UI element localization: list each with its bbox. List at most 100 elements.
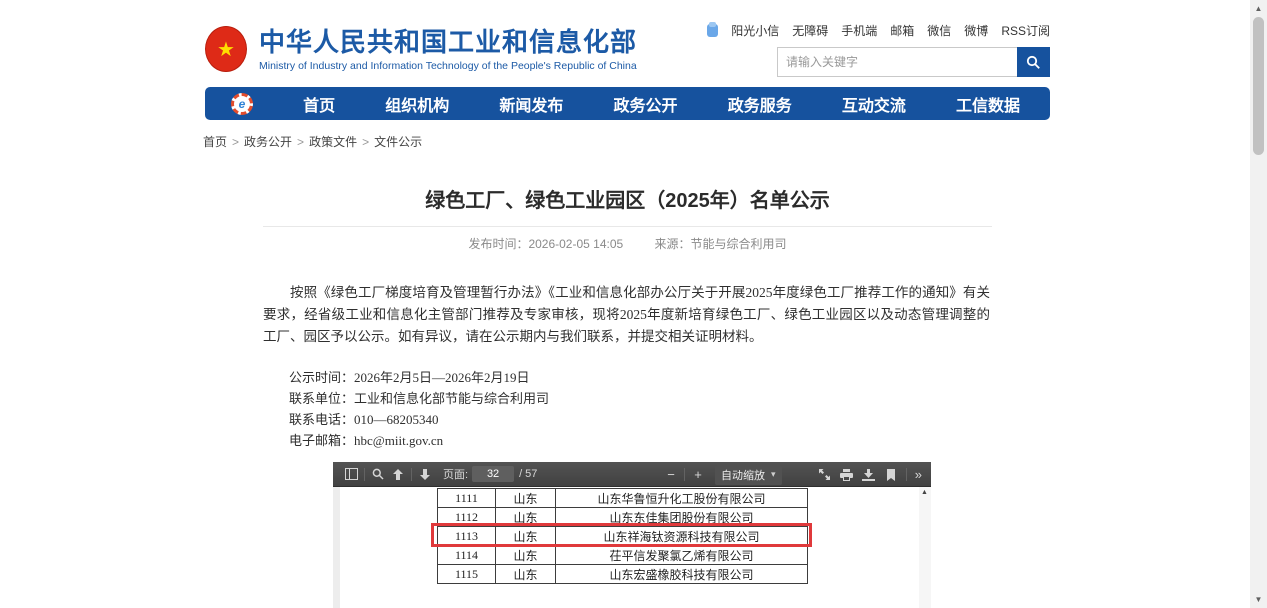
breadcrumb-gov-affairs[interactable]: 政务公开 xyxy=(244,135,292,149)
nav-item-news[interactable]: 新闻发布 xyxy=(499,92,563,116)
national-emblem-icon: ★ xyxy=(205,26,247,72)
emblem-star: ★ xyxy=(217,37,235,62)
cell-province: 山东 xyxy=(496,546,556,565)
table-row-highlighted: 1113 山东 山东祥海钛资源科技有限公司 xyxy=(438,527,808,546)
contact-phone-line: 联系电话：010—68205340 xyxy=(289,409,992,430)
article-source: 来源：节能与综合利用司 xyxy=(655,237,787,251)
zoom-mode-select[interactable]: 自动缩放 ▾ xyxy=(715,465,782,485)
presentation-mode-icon[interactable] xyxy=(815,465,835,484)
breadcrumb-doc-publicity[interactable]: 文件公示 xyxy=(374,135,422,149)
breadcrumb-policy-docs[interactable]: 政策文件 xyxy=(309,135,357,149)
site-header: ★ 中华人民共和国工业和信息化部 Ministry of Industry an… xyxy=(205,20,1050,77)
table-row: 1112 山东 山东东佳集团股份有限公司 xyxy=(438,508,808,527)
cell-number: 1114 xyxy=(438,546,496,565)
breadcrumb-separator: > xyxy=(362,135,369,149)
toolbar-right-group: » xyxy=(815,462,925,487)
page-down-icon[interactable] xyxy=(415,465,435,484)
page-number-input[interactable] xyxy=(472,466,514,482)
scroll-up-icon[interactable]: ▲ xyxy=(1250,4,1267,13)
toolbar-separator xyxy=(684,468,685,481)
quick-links: 阳光小信 无障碍 手机端 邮箱 微信 微博 RSS订阅 xyxy=(707,22,1050,38)
nav-item-interaction[interactable]: 互动交流 xyxy=(842,92,906,116)
cell-company: 山东华鲁恒升化工股份有限公司 xyxy=(556,489,808,508)
article-title: 绿色工厂、绿色工业园区（2025年）名单公示 xyxy=(205,184,1050,213)
cell-province: 山东 xyxy=(496,527,556,546)
more-tools-icon[interactable]: » xyxy=(912,467,925,482)
pdf-content-area: 1111 山东 山东华鲁恒升化工股份有限公司 1112 山东 山东东佳集团股份有… xyxy=(333,487,931,608)
cell-number: 1112 xyxy=(438,508,496,527)
breadcrumb-separator: > xyxy=(232,135,239,149)
page-up-icon[interactable] xyxy=(388,465,408,484)
pdf-scroll-up-icon[interactable]: ▲ xyxy=(921,489,928,496)
search-button[interactable] xyxy=(1017,47,1050,77)
main-nav: e 首页 组织机构 新闻发布 政务公开 政务服务 互动交流 工信数据 xyxy=(205,87,1050,120)
quick-link-wechat[interactable]: 微信 xyxy=(927,22,951,39)
cell-company: 茌平信发聚氯乙烯有限公司 xyxy=(556,546,808,565)
table-row: 1111 山东 山东华鲁恒升化工股份有限公司 xyxy=(438,489,808,508)
cell-number: 1113 xyxy=(438,527,496,546)
scroll-down-icon[interactable]: ▼ xyxy=(1250,595,1267,604)
quick-link-sunshine[interactable]: 阳光小信 xyxy=(731,22,779,39)
publish-time: 发布时间：2026-02-05 14:05 xyxy=(468,237,623,251)
nav-item-home[interactable]: 首页 xyxy=(303,92,335,116)
header-right: 阳光小信 无障碍 手机端 邮箱 微信 微博 RSS订阅 xyxy=(707,22,1050,77)
article-meta: 发布时间：2026-02-05 14:05 来源：节能与综合利用司 xyxy=(205,235,1050,252)
toolbar-separator xyxy=(906,468,907,481)
page: ★ 中华人民共和国工业和信息化部 Ministry of Industry an… xyxy=(0,0,1267,608)
quick-link-mobile[interactable]: 手机端 xyxy=(841,22,877,39)
search-box xyxy=(777,47,1050,77)
zoom-in-icon[interactable]: + xyxy=(688,465,708,484)
nav-item-organization[interactable]: 组织机构 xyxy=(385,92,449,116)
print-icon[interactable] xyxy=(837,465,857,484)
cell-company: 山东宏盛橡胶科技有限公司 xyxy=(556,565,808,584)
breadcrumb-separator: > xyxy=(297,135,304,149)
main-content: ★ 中华人民共和国工业和信息化部 Ministry of Industry an… xyxy=(205,0,1050,608)
pdf-scrollbar[interactable]: ▲ xyxy=(919,487,931,608)
company-table: 1111 山东 山东华鲁恒升化工股份有限公司 1112 山东 山东东佳集团股份有… xyxy=(437,488,808,584)
bookmark-icon[interactable] xyxy=(881,465,901,484)
publicity-period-line: 公示时间：2026年2月5日—2026年2月19日 xyxy=(289,367,992,388)
browser-scrollbar[interactable]: ▲ ▼ xyxy=(1250,0,1267,608)
contact-email-line: 电子邮箱：hbc@miit.gov.cn xyxy=(289,430,992,451)
contact-info: 公示时间：2026年2月5日—2026年2月19日 联系单位：工业和信息化部节能… xyxy=(263,367,992,451)
zoom-out-glyph: − xyxy=(667,468,675,481)
zoom-controls: − + 自动缩放 ▾ xyxy=(661,462,782,487)
site-brand[interactable]: ★ 中华人民共和国工业和信息化部 Ministry of Industry an… xyxy=(205,26,637,72)
pdf-toolbar: 页面: / 57 − + 自动缩放 ▾ xyxy=(333,462,931,487)
miit-gear-icon: e xyxy=(231,93,253,115)
gear-letter: e xyxy=(239,97,246,111)
site-title: 中华人民共和国工业和信息化部 xyxy=(259,27,637,57)
cell-company: 山东祥海钛资源科技有限公司 xyxy=(556,527,808,546)
zoom-out-icon[interactable]: − xyxy=(661,465,681,484)
nav-item-gov-affairs[interactable]: 政务公开 xyxy=(614,92,678,116)
quick-link-rss[interactable]: RSS订阅 xyxy=(1001,22,1050,39)
pdf-viewer: 页面: / 57 − + 自动缩放 ▾ xyxy=(333,462,931,608)
mascot-icon xyxy=(707,24,718,37)
nav-item-gov-services[interactable]: 政务服务 xyxy=(728,92,792,116)
search-icon xyxy=(1026,55,1041,70)
sidebar-toggle-icon[interactable] xyxy=(341,465,361,484)
zoom-mode-value: 自动缩放 xyxy=(721,467,765,483)
quick-link-accessibility[interactable]: 无障碍 xyxy=(792,22,828,39)
contact-unit-line: 联系单位：工业和信息化部节能与综合利用司 xyxy=(289,388,992,409)
download-icon[interactable] xyxy=(859,465,879,484)
quick-link-mail[interactable]: 邮箱 xyxy=(890,22,914,39)
breadcrumb-home[interactable]: 首页 xyxy=(203,135,227,149)
quick-link-weibo[interactable]: 微博 xyxy=(964,22,988,39)
nav-item-data[interactable]: 工信数据 xyxy=(956,92,1020,116)
cell-number: 1115 xyxy=(438,565,496,584)
find-icon[interactable] xyxy=(368,465,388,484)
cell-province: 山东 xyxy=(496,565,556,584)
breadcrumb: 首页 > 政务公开 > 政策文件 > 文件公示 xyxy=(203,133,1050,150)
table-row: 1114 山东 茌平信发聚氯乙烯有限公司 xyxy=(438,546,808,565)
page-label: 页面: xyxy=(443,466,468,482)
title-divider xyxy=(263,226,992,227)
cell-province: 山东 xyxy=(496,489,556,508)
toolbar-separator xyxy=(411,468,412,481)
search-input[interactable] xyxy=(777,47,1017,77)
cell-company: 山东东佳集团股份有限公司 xyxy=(556,508,808,527)
cell-number: 1111 xyxy=(438,489,496,508)
toolbar-separator xyxy=(364,468,365,481)
scrollbar-thumb[interactable] xyxy=(1253,17,1264,155)
table-row: 1115 山东 山东宏盛橡胶科技有限公司 xyxy=(438,565,808,584)
